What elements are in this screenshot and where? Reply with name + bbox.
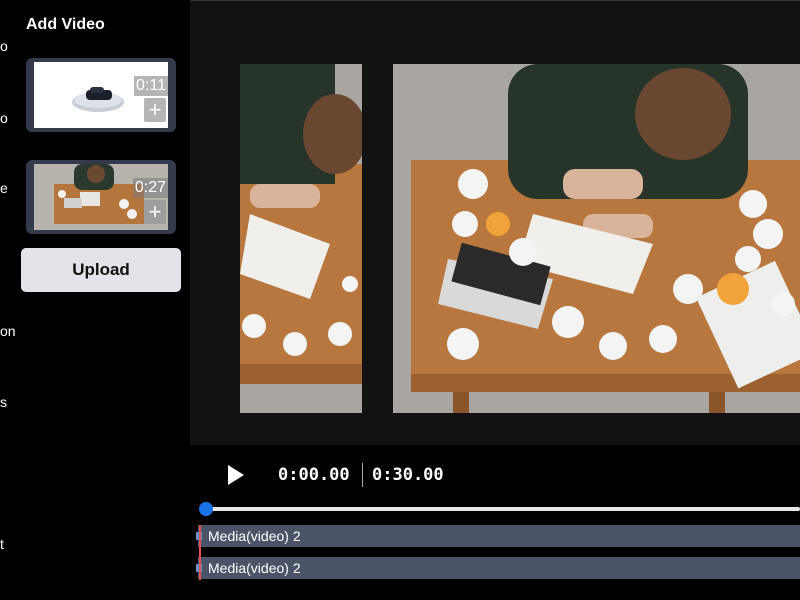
rail-label[interactable]: t <box>0 536 4 552</box>
video-card[interactable]: 0:11 + <box>26 58 176 132</box>
video-preview <box>190 0 800 445</box>
panel-title: Add Video <box>26 16 105 33</box>
scrub-handle[interactable] <box>199 502 213 516</box>
timeline-track[interactable]: Media(video) 2 <box>196 557 800 579</box>
add-video-button[interactable]: + <box>144 98 166 122</box>
play-button[interactable] <box>226 463 246 487</box>
scrub-bar[interactable] <box>204 507 800 511</box>
add-video-button[interactable]: + <box>144 200 166 224</box>
track-label: Media(video) 2 <box>208 528 301 544</box>
video-duration: 0:11 <box>134 76 168 96</box>
video-duration: 0:27 <box>132 178 168 198</box>
add-video-panel: Add Video 0:11 + 0:27 + Upload <box>20 0 190 600</box>
time-separator <box>362 463 363 487</box>
preview-frame-cropped <box>240 64 362 413</box>
rail-label[interactable]: s <box>0 394 7 410</box>
rail-label[interactable]: on <box>0 323 16 339</box>
rail-label[interactable]: e <box>0 180 8 196</box>
upload-button[interactable]: Upload <box>21 248 181 292</box>
current-time: 0:00.00 <box>278 465 350 485</box>
preview-frame-main <box>393 64 800 413</box>
rail-label[interactable]: o <box>0 38 8 54</box>
timeline-track[interactable]: Media(video) 2 <box>196 525 800 547</box>
total-time: 0:30.00 <box>372 465 444 485</box>
playhead[interactable] <box>199 525 201 580</box>
track-label: Media(video) 2 <box>208 560 301 576</box>
player-controls: 0:00.00 0:30.00 Media(video) 2 Media(vid… <box>190 445 800 600</box>
rail-label[interactable]: o <box>0 110 8 126</box>
icon-rail: o o e on s t <box>0 0 20 600</box>
play-icon <box>228 465 244 485</box>
video-card[interactable]: 0:27 + <box>26 160 176 234</box>
